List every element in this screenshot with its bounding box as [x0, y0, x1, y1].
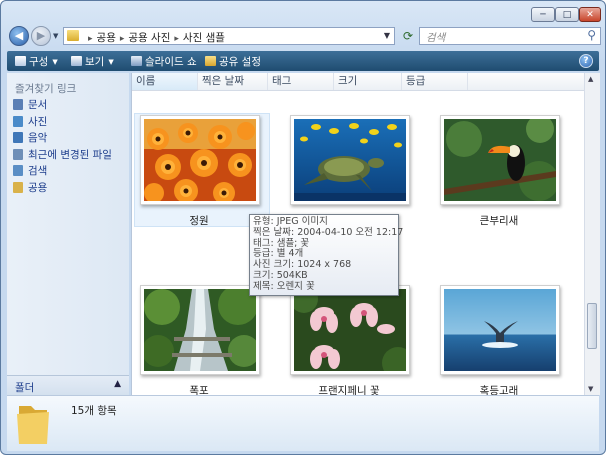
public-folder-icon — [13, 181, 23, 193]
folder-icon — [67, 30, 79, 41]
search-placeholder: 검색 — [426, 32, 446, 44]
navigation-bar: ◀ ▶ ▼ ▸ 공용 ▸ 공용 사진 ▸ 사진 샘플 ▼ ⟳ 검색 ⚲ — [1, 23, 605, 49]
explorer-window: ─ □ ✕ ◀ ▶ ▼ ▸ 공용 ▸ 공용 사진 ▸ 사진 샘플 ▼ ⟳ 검색 ⚲ 구성 ▼… — [0, 0, 606, 455]
minimize-button[interactable]: ─ — [531, 7, 555, 22]
pictures-icon — [13, 115, 23, 127]
close-button[interactable]: ✕ — [579, 7, 601, 22]
column-rating[interactable]: 등급 — [402, 73, 468, 90]
views-label: 보기 — [85, 56, 105, 68]
sidebar-item-pictures[interactable]: 사진 — [13, 114, 112, 131]
file-caption: 정원 — [189, 215, 209, 227]
tooltip-title: 제목: 오렌지 꽃 — [253, 280, 315, 292]
thumbnail-sea-turtle — [294, 119, 406, 201]
sidebar-item-label: 공용 — [28, 181, 48, 194]
sidebar-item-recent[interactable]: 최근에 변경된 파일 — [13, 147, 112, 164]
search-icon — [13, 165, 23, 176]
thumbnail-frame — [290, 115, 410, 205]
music-icon — [13, 132, 23, 143]
address-dropdown-icon[interactable]: ▼ — [384, 31, 390, 40]
navigation-pane: 즐겨찾기 링크 문서 사진 음악 최근에 변경된 파일 검색 공용 — [7, 73, 129, 393]
sidebar-item-label: 사진 — [28, 115, 48, 128]
thumbnail-frangipani — [294, 289, 406, 371]
organize-button[interactable]: 구성 ▼ — [15, 54, 58, 69]
chevron-up-icon: ▲ — [114, 379, 121, 389]
column-tags[interactable]: 태그 — [268, 73, 334, 90]
favorite-links-list: 문서 사진 음악 최근에 변경된 파일 검색 공용 — [13, 97, 112, 196]
favorite-links-title: 즐겨찾기 링크 — [15, 83, 77, 95]
slideshow-label: 슬라이드 쇼 — [145, 56, 197, 68]
forward-button[interactable]: ▶ — [31, 26, 51, 46]
sidebar-item-label: 최근에 변경된 파일 — [28, 148, 112, 161]
details-pane: 15개 항목 — [7, 395, 599, 451]
column-date-taken[interactable]: 찍은 날짜 — [198, 73, 268, 90]
thumbnail-frame — [140, 285, 260, 375]
scroll-up-icon[interactable]: ▲ — [588, 75, 593, 83]
refresh-icon[interactable]: ⟳ — [399, 27, 417, 45]
column-size[interactable]: 크기 — [334, 73, 402, 90]
thumbnail-humpback-whale — [444, 289, 556, 371]
column-header-row: 이름 찍은 날짜 태그 크기 등급 — [132, 73, 584, 91]
thumbnail-frame — [140, 115, 260, 205]
breadcrumb: ▸ 공용 ▸ 공용 사진 ▸ 사진 샘플 — [84, 30, 225, 45]
thumbnail-frame — [440, 285, 560, 375]
sidebar-item-label: 음악 — [28, 132, 48, 144]
waterfall-image — [144, 289, 256, 371]
sidebar-item-label: 문서 — [28, 99, 48, 111]
back-button[interactable]: ◀ — [9, 26, 29, 46]
search-box[interactable]: 검색 ⚲ — [419, 27, 601, 45]
breadcrumb-item[interactable]: 사진 샘플 — [183, 32, 225, 44]
breadcrumb-item[interactable]: 공용 사진 — [128, 32, 170, 44]
sidebar-item-public[interactable]: 공용 — [13, 180, 112, 197]
sidebar-item-music[interactable]: 음악 — [13, 130, 112, 147]
breadcrumb-separator[interactable]: ▸ — [174, 34, 179, 44]
scrollbar-thumb[interactable] — [587, 303, 597, 349]
organize-icon — [15, 56, 26, 66]
toucan-image — [444, 119, 556, 201]
breadcrumb-separator[interactable]: ▸ — [120, 34, 125, 44]
sidebar-item-label: 검색 — [28, 165, 48, 177]
command-bar: 구성 ▼ 보기 ▼ 슬라이드 쇼 공유 설정 ? — [7, 51, 599, 71]
thumbnail-toucan — [444, 119, 556, 201]
file-info-tooltip: 유형: JPEG 이미지 찍은 날짜: 2004-04-10 오전 12:17 … — [249, 214, 404, 296]
organize-label: 구성 — [29, 56, 49, 68]
share-label: 공유 설정 — [219, 56, 261, 68]
frangipani-image — [294, 289, 406, 371]
tooltip-date-taken: 찍은 날짜: 2004-04-10 오전 12:17 — [253, 226, 404, 238]
chevron-down-icon: ▼ — [52, 58, 58, 66]
file-caption: 큰부리새 — [479, 215, 519, 227]
folder-icon — [17, 406, 49, 444]
views-icon — [71, 56, 82, 66]
views-button[interactable]: 보기 ▼ — [71, 54, 114, 69]
maximize-button[interactable]: □ — [555, 7, 579, 22]
magnifier-icon[interactable]: ⚲ — [587, 28, 596, 42]
folders-toggle[interactable]: 폴더 ▲ — [7, 375, 129, 396]
help-icon[interactable]: ? — [579, 54, 593, 68]
orange-flowers-image — [144, 119, 256, 201]
folders-label: 폴더 — [15, 382, 35, 394]
column-name[interactable]: 이름 — [132, 73, 198, 90]
vertical-scrollbar[interactable]: ▲ ▼ — [584, 73, 600, 395]
slideshow-button[interactable]: 슬라이드 쇼 — [131, 54, 197, 69]
share-button[interactable]: 공유 설정 — [205, 54, 261, 69]
scroll-down-icon[interactable]: ▼ — [588, 385, 593, 393]
humpback-whale-image — [444, 289, 556, 371]
title-bar: ─ □ ✕ — [1, 1, 605, 23]
recent-pages-dropdown[interactable]: ▼ — [53, 32, 58, 40]
recent-icon — [13, 148, 23, 160]
thumbnail-frame — [290, 285, 410, 375]
breadcrumb-separator[interactable]: ▸ — [88, 34, 93, 44]
thumbnail-waterfall — [144, 289, 256, 371]
sidebar-item-searches[interactable]: 검색 — [13, 163, 112, 180]
breadcrumb-item[interactable]: 공용 — [97, 32, 116, 44]
slideshow-icon — [131, 56, 142, 66]
chevron-down-icon: ▼ — [108, 58, 114, 66]
address-bar[interactable]: ▸ 공용 ▸ 공용 사진 ▸ 사진 샘플 ▼ — [63, 27, 395, 45]
share-icon — [205, 56, 216, 66]
thumbnail-orange-flowers — [144, 119, 256, 201]
thumbnail-frame — [440, 115, 560, 205]
item-count: 15개 항목 — [71, 405, 117, 417]
documents-icon — [13, 99, 23, 110]
sidebar-item-documents[interactable]: 문서 — [13, 97, 112, 114]
sea-turtle-image — [294, 119, 406, 201]
